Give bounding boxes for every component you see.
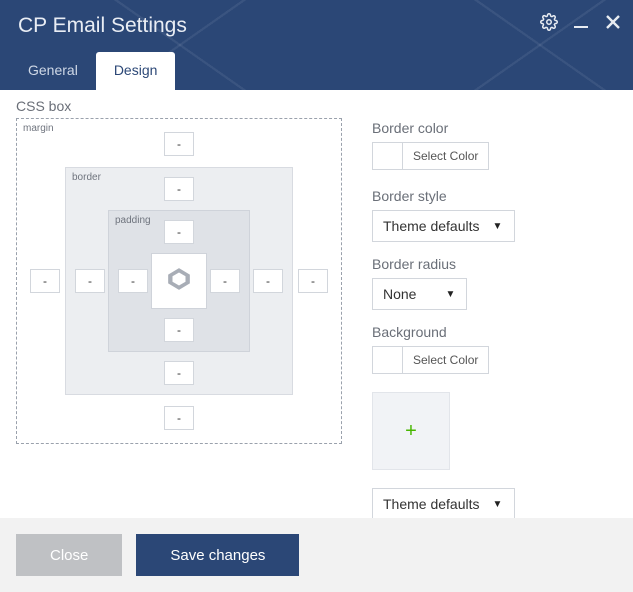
padding-top-input[interactable]: - xyxy=(164,220,194,244)
padding-bottom-input[interactable]: - xyxy=(164,318,194,342)
chevron-down-icon xyxy=(490,211,506,241)
add-background-button[interactable]: + xyxy=(372,392,450,470)
cssbox-heading: CSS box xyxy=(16,98,342,114)
close-button[interactable]: Close xyxy=(16,534,122,576)
field-background: Background Select Color xyxy=(372,324,617,378)
chevron-down-icon xyxy=(442,279,458,309)
border-color-swatch xyxy=(373,143,403,169)
padding-left-input[interactable]: - xyxy=(118,269,148,293)
border-style-label: Border style xyxy=(372,188,617,204)
background-label: Background xyxy=(372,324,617,340)
padding-label: padding xyxy=(115,215,151,226)
border-radius-selected: None xyxy=(383,286,416,302)
properties-column: Border color Select Color Border style T… xyxy=(372,98,617,510)
margin-left-input[interactable]: - xyxy=(30,269,60,293)
margin-right-input[interactable]: - xyxy=(298,269,328,293)
cssbox-content-region xyxy=(151,253,207,309)
field-border-color: Border color Select Color xyxy=(372,120,617,174)
background-color-picker[interactable]: Select Color xyxy=(372,346,489,374)
window-controls xyxy=(539,12,623,32)
dialog-body: CSS box margin - - - - border - - - - pa… xyxy=(0,90,633,510)
background-button-label: Select Color xyxy=(403,347,488,373)
border-top-input[interactable]: - xyxy=(164,177,194,201)
margin-label: margin xyxy=(23,123,54,134)
margin-bottom-input[interactable]: - xyxy=(164,406,194,430)
border-style-selected: Theme defaults xyxy=(383,218,480,234)
border-radius-select[interactable]: None xyxy=(372,278,467,310)
close-icon[interactable] xyxy=(603,12,623,32)
border-color-picker[interactable]: Select Color xyxy=(372,142,489,170)
tabs: General Design xyxy=(0,52,633,90)
minimize-icon[interactable] xyxy=(571,12,591,32)
padding-right-input[interactable]: - xyxy=(210,269,240,293)
cssbox-column: CSS box margin - - - - border - - - - pa… xyxy=(16,98,342,510)
tab-design[interactable]: Design xyxy=(96,52,176,90)
content-logo-icon xyxy=(166,266,192,297)
border-style-select[interactable]: Theme defaults xyxy=(372,210,515,242)
cssbox-border-region: border - - - - padding - - - - xyxy=(65,167,293,395)
tab-general[interactable]: General xyxy=(10,52,96,90)
field-border-style: Border style Theme defaults xyxy=(372,188,617,242)
dialog-header: CP Email Settings General Design xyxy=(0,0,633,90)
dialog-footer: Close Save changes xyxy=(0,518,633,592)
border-radius-label: Border radius xyxy=(372,256,617,272)
font-family-select[interactable]: Theme defaults xyxy=(372,488,515,520)
border-label: border xyxy=(72,172,101,183)
border-left-input[interactable]: - xyxy=(75,269,105,293)
font-family-selected: Theme defaults xyxy=(383,496,480,512)
border-color-label: Border color xyxy=(372,120,617,136)
margin-top-input[interactable]: - xyxy=(164,132,194,156)
cssbox-padding-region: padding - - - - xyxy=(108,210,250,352)
save-button[interactable]: Save changes xyxy=(136,534,299,576)
cssbox-margin-region: margin - - - - border - - - - padding - … xyxy=(16,118,342,444)
chevron-down-icon xyxy=(490,489,506,519)
plus-icon: + xyxy=(405,420,417,443)
background-swatch xyxy=(373,347,403,373)
field-border-radius: Border radius None xyxy=(372,256,617,310)
border-right-input[interactable]: - xyxy=(253,269,283,293)
border-bottom-input[interactable]: - xyxy=(164,361,194,385)
settings-icon[interactable] xyxy=(539,12,559,32)
border-color-button-label: Select Color xyxy=(403,143,488,169)
